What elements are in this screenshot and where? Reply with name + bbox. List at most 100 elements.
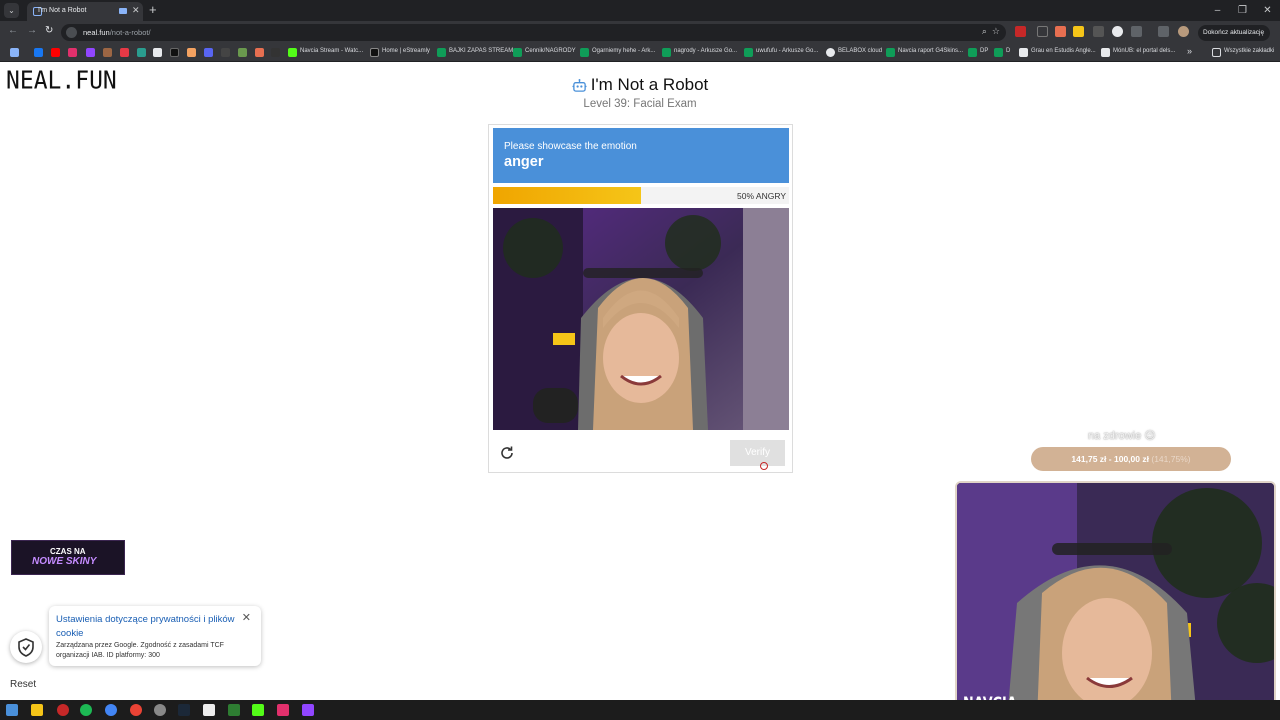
bookmark-item[interactable]: uwufufu - Arkusze Go...	[756, 48, 818, 54]
bookmark-favicon-icon[interactable]	[221, 48, 230, 57]
close-icon[interactable]: ✕	[242, 611, 251, 624]
sheets-icon[interactable]	[513, 48, 522, 57]
file-explorer-icon[interactable]	[31, 704, 43, 716]
bookmark-favicon-icon[interactable]	[204, 48, 213, 57]
app-icon[interactable]	[203, 704, 215, 716]
bookmark-favicon-icon[interactable]	[153, 48, 162, 57]
bookmark-item[interactable]: MónUB: el portal dels...	[1113, 48, 1175, 54]
close-window-button[interactable]: ✕	[1255, 0, 1280, 21]
page-title: I'm Not a Robot	[572, 75, 708, 95]
site-info-icon[interactable]	[66, 27, 77, 38]
extension-icon[interactable]	[1055, 26, 1066, 37]
sheets-icon[interactable]	[744, 48, 753, 57]
app-icon[interactable]	[302, 704, 314, 716]
os-taskbar	[0, 700, 1280, 720]
extension-icon[interactable]	[1112, 26, 1123, 37]
bookmark-favicon-icon[interactable]	[288, 48, 297, 57]
tab-close-icon[interactable]: ✕	[132, 5, 140, 16]
captcha-prompt: Please showcase the emotion	[504, 141, 637, 152]
update-button[interactable]: Dokończ aktualizację	[1198, 25, 1270, 41]
bookmark-item[interactable]: Home | eStreamly	[382, 48, 430, 54]
bookmark-item[interactable]: Cennik/NAGRODY	[525, 48, 576, 54]
bookmark-favicon-icon[interactable]	[1019, 48, 1028, 57]
bookmark-favicon-icon[interactable]	[103, 48, 112, 57]
bookmark-favicon-icon[interactable]	[255, 48, 264, 57]
spotify-icon[interactable]	[80, 704, 92, 716]
profile-avatar-icon[interactable]	[1178, 26, 1189, 37]
tab-media-icon[interactable]	[119, 8, 127, 14]
extension-icon[interactable]	[1093, 26, 1104, 37]
tab-search-button[interactable]: ⌄	[4, 3, 19, 18]
chrome-icon[interactable]	[130, 704, 142, 716]
sheets-icon[interactable]	[968, 48, 977, 57]
bookmark-favicon-icon[interactable]	[51, 48, 60, 57]
bookmark-favicon-icon[interactable]	[370, 48, 379, 57]
bookmark-item[interactable]: BELABOX cloud	[838, 48, 882, 54]
sheets-icon[interactable]	[886, 48, 895, 57]
cookie-title[interactable]: Ustawienia dotyczące prywatności i plikó…	[56, 613, 236, 641]
extension-icon[interactable]	[1073, 26, 1084, 37]
reload-icon[interactable]: ↻	[45, 25, 53, 36]
extension-icon[interactable]	[1015, 26, 1026, 37]
extension-icon[interactable]	[1037, 26, 1048, 37]
bookmark-item[interactable]: BAJKI ZAPAS STREAM	[449, 48, 513, 54]
sheets-icon[interactable]	[994, 48, 1003, 57]
address-bar[interactable]: neal.fun/not-a-robot/ ⌕ ☆	[61, 24, 1006, 41]
bookmark-favicon-icon[interactable]	[86, 48, 95, 57]
verify-button[interactable]: Verify	[730, 440, 785, 466]
new-tab-button[interactable]: +	[149, 2, 157, 17]
bookmark-favicon-icon[interactable]	[271, 48, 280, 57]
bookmark-favicon-icon[interactable]	[34, 48, 43, 57]
bookmark-item[interactable]: Navcia raport G4Skins...	[898, 48, 963, 54]
app-icon[interactable]	[154, 704, 166, 716]
privacy-settings-button[interactable]	[10, 631, 42, 663]
tab-strip: ⌄ I'm Not a Robot ✕ + – ❐ ✕	[0, 0, 1280, 21]
promo-banner[interactable]: CZAS NA NOWE SKINY	[11, 540, 125, 575]
sheets-icon[interactable]	[662, 48, 671, 57]
globe-icon[interactable]	[826, 48, 835, 57]
bookmark-item[interactable]: Navcia Stream - Watc...	[300, 48, 363, 54]
zoom-icon[interactable]: ⌕	[982, 26, 987, 36]
app-icon[interactable]	[228, 704, 240, 716]
extensions-puzzle-icon[interactable]	[1131, 26, 1142, 37]
url-path: /not-a-robot/	[109, 28, 151, 37]
minimize-button[interactable]: –	[1205, 0, 1230, 21]
bookmark-star-icon[interactable]: ☆	[992, 26, 1000, 36]
bookmark-favicon-icon[interactable]	[170, 48, 179, 57]
promo-line2: NOWE SKINY	[32, 556, 97, 567]
steam-icon[interactable]	[178, 704, 190, 716]
more-bookmarks-button[interactable]: »	[1187, 46, 1192, 56]
bookmark-favicon-icon[interactable]	[120, 48, 129, 57]
all-bookmarks-button[interactable]: Wszystkie zakładki	[1224, 48, 1274, 54]
kick-icon[interactable]	[252, 704, 264, 716]
tiktok-icon[interactable]	[277, 704, 289, 716]
bookmark-item[interactable]: Ogarniemy hehe - Ark...	[592, 48, 655, 54]
bookmark-favicon-icon[interactable]	[68, 48, 77, 57]
bookmark-item[interactable]: nagrody - Arkusze Go...	[674, 48, 737, 54]
bookmark-item[interactable]: DP	[980, 48, 988, 54]
back-icon[interactable]: ←	[8, 25, 18, 36]
bookmark-favicon-icon[interactable]	[1101, 48, 1110, 57]
start-icon[interactable]	[6, 704, 18, 716]
opera-icon[interactable]	[57, 704, 69, 716]
browser-icon[interactable]	[105, 704, 117, 716]
browser-tab[interactable]: I'm Not a Robot ✕	[27, 2, 143, 21]
media-control-icon[interactable]	[1158, 26, 1169, 37]
apps-grid-icon[interactable]	[10, 48, 19, 57]
bookmark-favicon-icon[interactable]	[238, 48, 247, 57]
url-text: neal.fun/not-a-robot/	[83, 28, 151, 37]
level-subtitle: Level 39: Facial Exam	[583, 98, 697, 110]
forward-icon[interactable]: →	[27, 25, 37, 36]
bookmark-item[interactable]: Grau en Estudis Angle...	[1031, 48, 1096, 54]
sheets-icon[interactable]	[437, 48, 446, 57]
folder-icon[interactable]	[1212, 48, 1221, 57]
bookmark-favicon-icon[interactable]	[137, 48, 146, 57]
goal-target: 100,00 zł	[1114, 454, 1149, 464]
bookmark-favicon-icon[interactable]	[187, 48, 196, 57]
bookmark-item[interactable]: D	[1006, 48, 1010, 54]
restore-button[interactable]: ❐	[1230, 0, 1255, 21]
reset-button[interactable]: Reset	[10, 679, 36, 690]
not-allowed-cursor-icon	[760, 462, 768, 470]
refresh-icon[interactable]	[499, 445, 515, 461]
sheets-icon[interactable]	[580, 48, 589, 57]
